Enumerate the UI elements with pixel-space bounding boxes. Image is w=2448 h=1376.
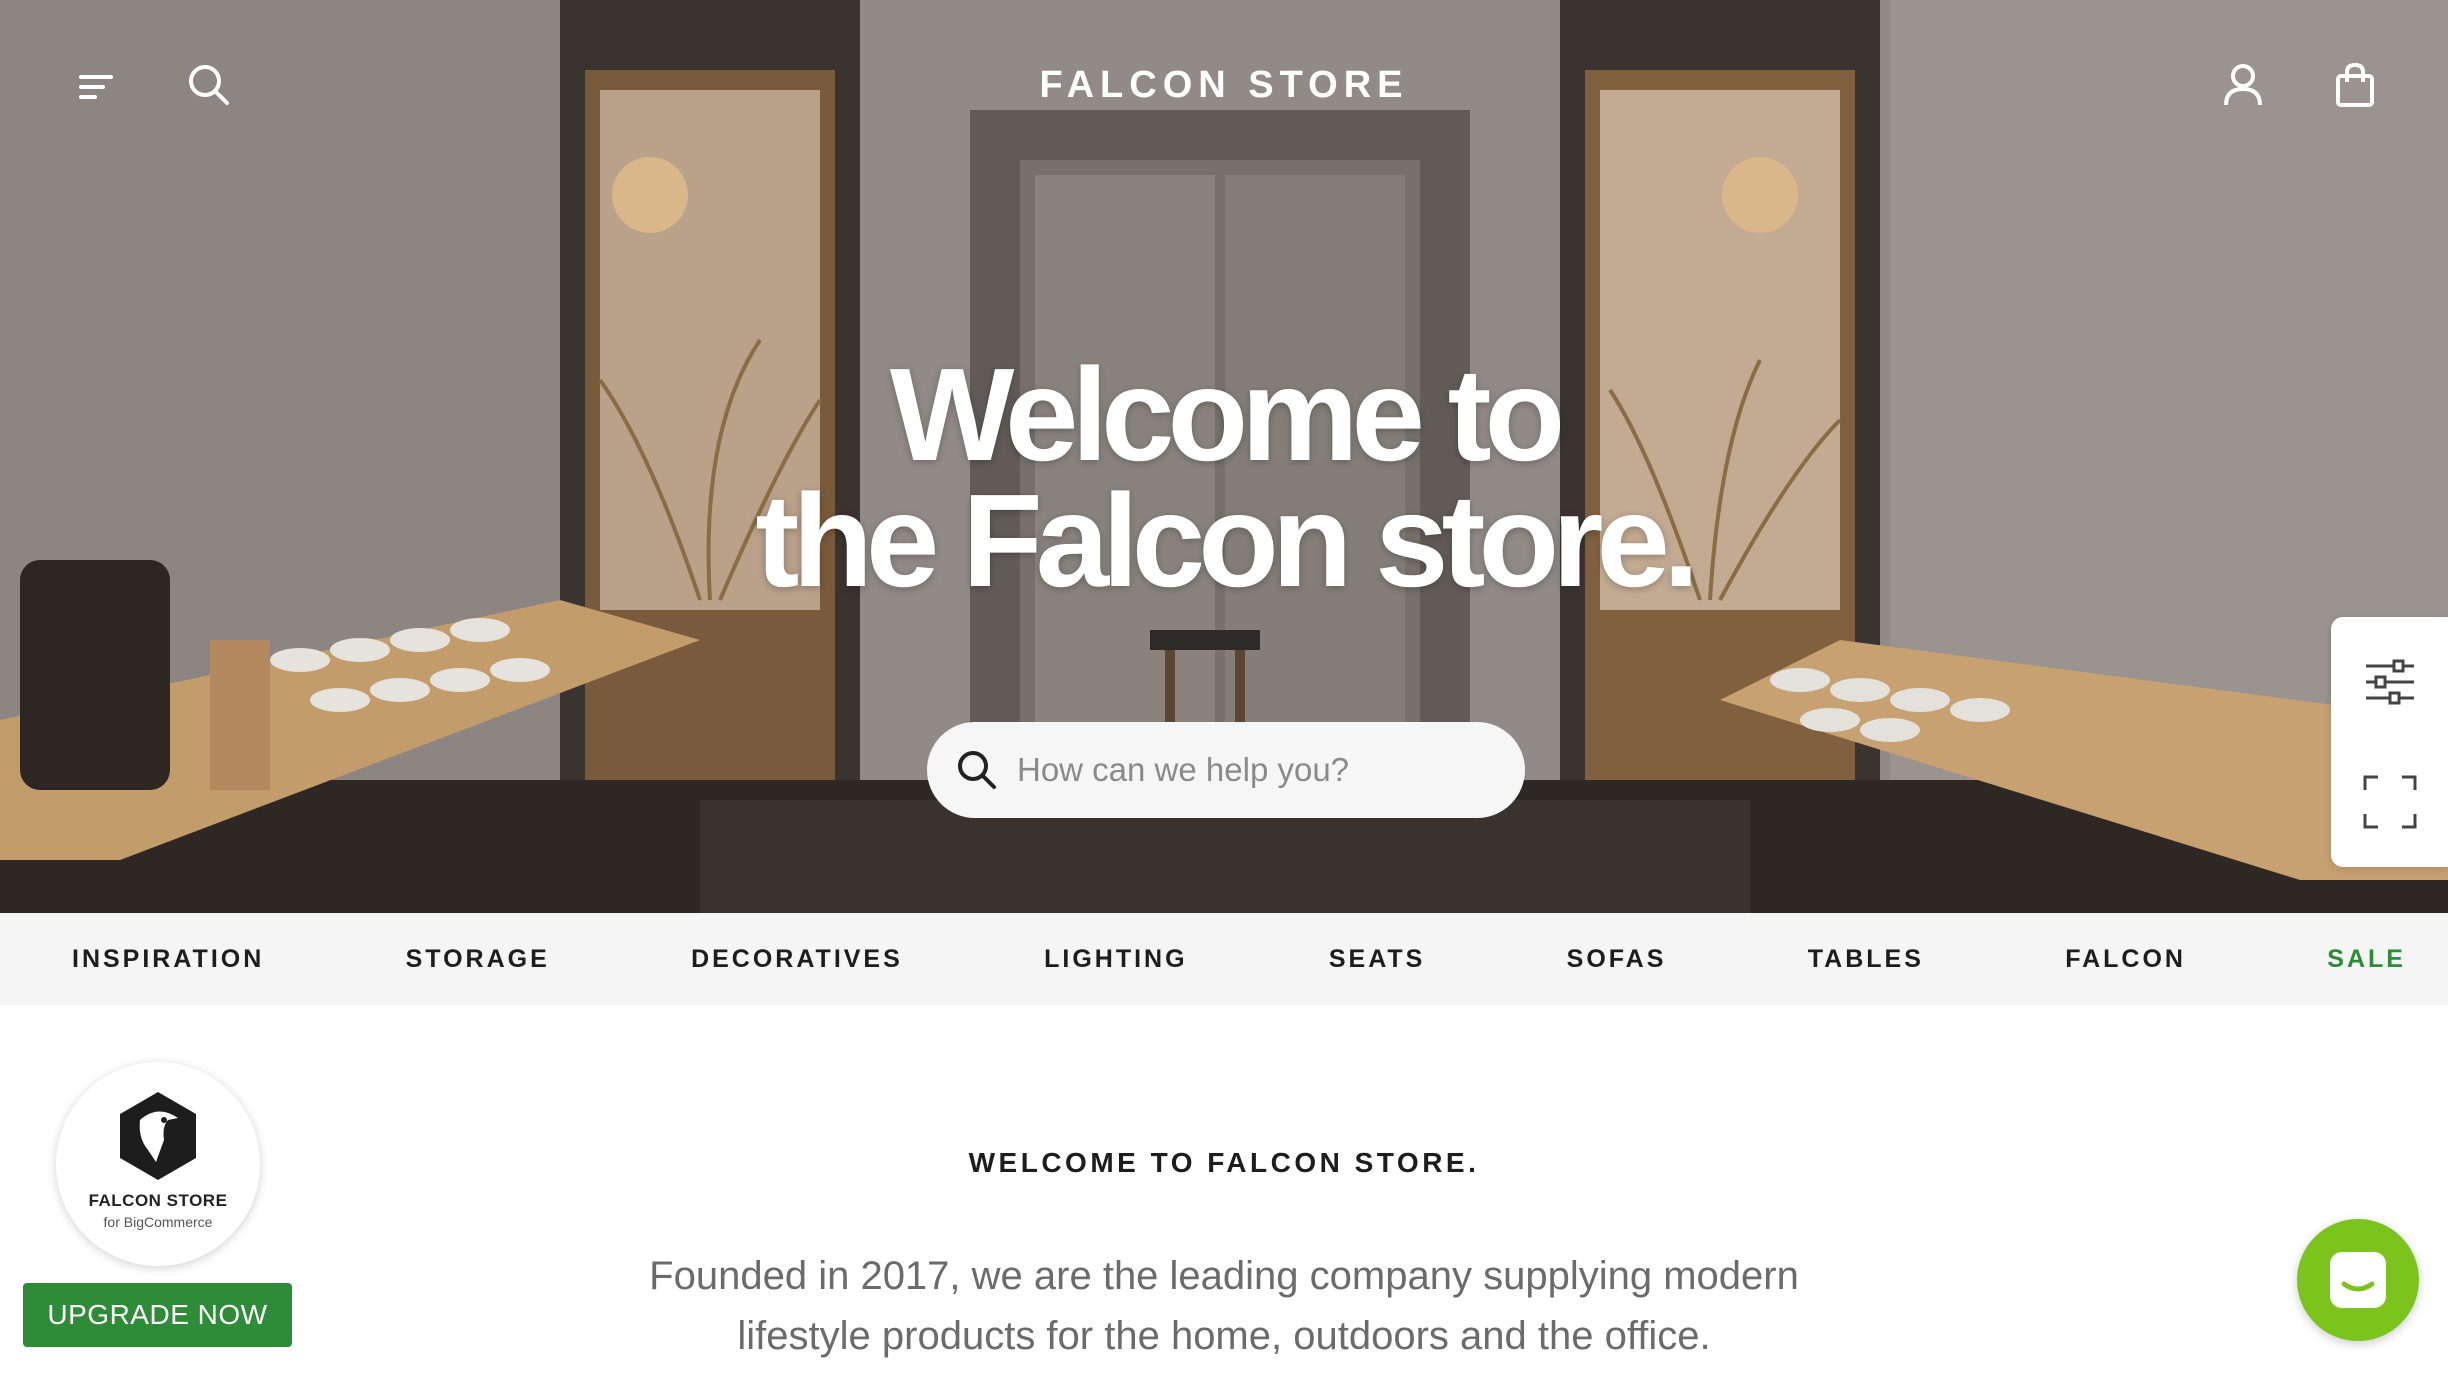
badge-name: FALCON STORE <box>88 1191 228 1210</box>
chat-launcher[interactable] <box>2297 1219 2419 1341</box>
intro-text: Founded in 2017, we are the leading comp… <box>649 1254 1799 1358</box>
side-tool-panel <box>2331 617 2448 867</box>
chat-icon <box>2330 1252 2386 1308</box>
shopping-bag-icon[interactable] <box>2330 60 2380 110</box>
falcon-logo-icon <box>120 1092 196 1180</box>
hero-search-bar[interactable] <box>927 722 1525 818</box>
intro-title: WELCOME TO FALCON STORE. <box>968 1147 1480 1178</box>
hero-banner: FALCON STORE Welcome to the Falcon store… <box>0 0 2448 913</box>
category-nav: INSPIRATION STORAGE DECORATIVES LIGHTING… <box>0 913 2448 1005</box>
nav-item-tables[interactable]: TABLES <box>1808 945 1924 974</box>
nav-item-storage[interactable]: STORAGE <box>406 945 550 974</box>
upgrade-now-button[interactable]: UPGRADE NOW <box>23 1283 292 1347</box>
hero-headline-line-1: Welcome to <box>889 341 1565 488</box>
search-input[interactable] <box>1017 751 1457 789</box>
search-icon <box>958 751 996 789</box>
nav-item-falcon[interactable]: FALCON <box>2065 945 2186 974</box>
top-header: FALCON STORE <box>0 0 2448 175</box>
nav-item-sale[interactable]: SALE <box>2327 945 2406 974</box>
falcon-store-badge[interactable]: FALCON STORE for BigCommerce <box>56 1062 260 1266</box>
store-brand-logo[interactable]: FALCON STORE <box>0 64 2448 107</box>
nav-item-inspiration[interactable]: INSPIRATION <box>72 945 264 974</box>
fullscreen-icon[interactable] <box>2331 747 2448 857</box>
nav-item-lighting[interactable]: LIGHTING <box>1044 945 1187 974</box>
hero-headline-line-2: the Falcon store. <box>755 467 1699 614</box>
hero-headline: Welcome to the Falcon store. <box>0 341 2448 614</box>
sliders-icon[interactable] <box>2331 627 2448 737</box>
nav-item-sofas[interactable]: SOFAS <box>1567 945 1667 974</box>
nav-item-decoratives[interactable]: DECORATIVES <box>691 945 903 974</box>
user-icon[interactable] <box>2218 60 2268 110</box>
badge-subtitle: for BigCommerce <box>103 1214 213 1230</box>
nav-item-seats[interactable]: SEATS <box>1329 945 1426 974</box>
